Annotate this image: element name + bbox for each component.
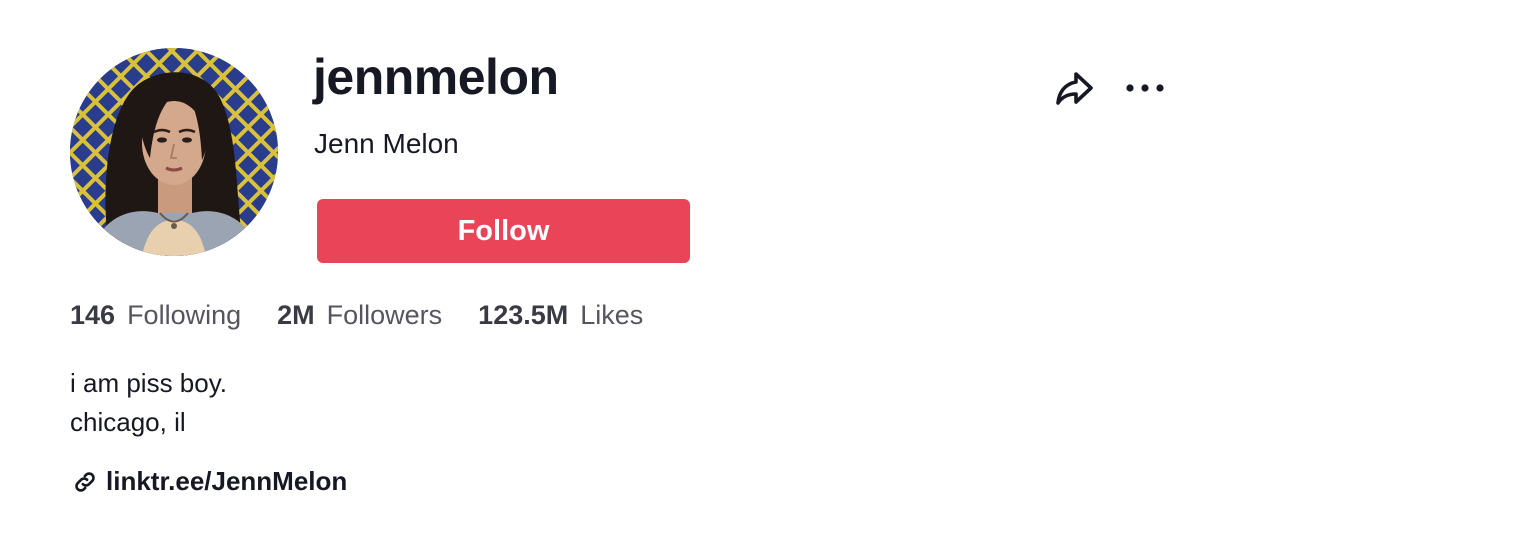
follow-button[interactable]: Follow	[317, 199, 690, 263]
stat-label: Followers	[326, 300, 443, 330]
username: jennmelon	[313, 49, 559, 105]
stat-label: Following	[127, 300, 242, 330]
stat-value: 123.5M	[478, 300, 569, 330]
share-button[interactable]	[1052, 66, 1096, 110]
stat-value: 146	[70, 300, 116, 330]
profile-link[interactable]: linktr.ee/JennMelon	[72, 466, 347, 497]
link-icon	[72, 469, 98, 495]
stat-value: 2M	[277, 300, 315, 330]
bio-line: i am piss boy.	[70, 368, 228, 398]
profile-link-text: linktr.ee/JennMelon	[106, 466, 348, 496]
stat-following[interactable]: 146 Following	[70, 300, 241, 331]
stat-followers[interactable]: 2M Followers	[277, 300, 442, 331]
stat-label: Likes	[580, 300, 644, 330]
share-arrow-icon	[1056, 72, 1093, 105]
avatar-image	[70, 48, 278, 256]
bio: i am piss boy. chicago, il	[70, 364, 227, 442]
more-dots-icon	[1126, 84, 1164, 92]
avatar[interactable]	[70, 48, 278, 256]
display-name: Jenn Melon	[314, 128, 459, 159]
profile-stats: 146 Following 2M Followers 123.5M Likes	[70, 300, 643, 340]
more-options-button[interactable]	[1122, 70, 1168, 106]
stat-likes: 123.5M Likes	[478, 300, 643, 331]
bio-line: chicago, il	[70, 407, 186, 437]
